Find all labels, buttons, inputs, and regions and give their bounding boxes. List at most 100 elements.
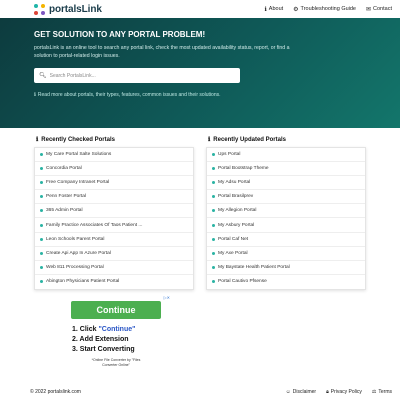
bullet-icon [212, 280, 215, 284]
portal-link: Concordia Portal [46, 166, 82, 172]
list-item[interactable]: Ups Portal [207, 148, 365, 163]
bullet-icon [40, 237, 43, 241]
list-item[interactable]: Portal Caf Net [207, 233, 365, 247]
hero-description: portalsLink is an online tool to search … [34, 45, 290, 59]
list-item[interactable]: Leon Schools Parent Portal [35, 233, 193, 247]
bullet-icon [212, 251, 215, 255]
list-item[interactable]: Concordia Portal [35, 162, 193, 177]
ad-step-1-highlight: "Continue" [98, 326, 136, 333]
list-item[interactable]: My Allegion Portal [207, 204, 365, 219]
list-item[interactable]: My Adsu Portal [207, 176, 365, 191]
list-item[interactable]: My Axe Portal [207, 247, 365, 261]
portal-link: Family Practice Associates Of Taos Patie… [46, 222, 143, 228]
portal-link: Portal Brasilprev [218, 194, 254, 200]
info-icon: ℹ [36, 137, 39, 143]
bullet-icon [40, 167, 43, 171]
list-item[interactable]: Abington Physicians Patient Portal [35, 275, 193, 289]
search-input[interactable] [49, 72, 230, 79]
bullet-icon [40, 280, 43, 284]
nav-about[interactable]: ℹ About [265, 6, 284, 13]
top-navbar: portalsLink ℹ About ⚙ Troubleshooting Gu… [0, 0, 400, 18]
portal-link: My Axe Portal [218, 250, 248, 256]
list-item[interactable]: Family Practice Associates Of Taos Patie… [35, 218, 193, 233]
bullet-icon [212, 167, 215, 171]
list-item[interactable]: Free Company Intranet Portal [35, 176, 193, 191]
ad-step-1: 1. Click "Continue" [72, 325, 135, 335]
list-item[interactable]: Portal Bootstrap Theme [207, 162, 365, 177]
nav-contact[interactable]: ✉ Contact [366, 6, 392, 13]
footer-privacy-link[interactable]: 🔒︎ Privacy Policy [326, 389, 362, 395]
recently-updated-list: Ups Portal Portal Bootstrap Theme My Ads… [206, 147, 366, 290]
portal-link: My Baystate Health Patient Portal [218, 264, 290, 270]
recently-updated-heading: ℹ Recently Updated Portals [206, 135, 366, 144]
info-icon: ℹ [208, 137, 211, 143]
recently-checked-heading: ℹ Recently Checked Portals [34, 135, 194, 144]
nav-troubleshooting[interactable]: ⚙ Troubleshooting Guide [293, 6, 356, 13]
wrench-icon: ⚙ [293, 6, 299, 13]
info-icon: ℹ [264, 6, 267, 13]
main-nav: ℹ About ⚙ Troubleshooting Guide ✉ Contac… [265, 6, 393, 13]
bullet-icon [40, 223, 43, 227]
portal-link: My Allegion Portal [218, 208, 257, 214]
list-item[interactable]: Portal Brasilprev [207, 190, 365, 205]
footer-links: ☺ Disclaimer 🔒︎ Privacy Policy ⚖ Terms [286, 389, 392, 395]
lock-icon: 🔒︎ [326, 388, 329, 395]
bullet-icon [212, 209, 215, 213]
nav-about-label: About [268, 6, 284, 12]
bullet-icon [40, 195, 43, 199]
list-item[interactable]: 365 Admin Portal [35, 204, 193, 219]
bullet-icon [40, 251, 43, 255]
bullet-icon [40, 153, 43, 157]
ad-continue-button[interactable]: Continue [71, 301, 161, 319]
list-item[interactable]: My Asbury Portal [207, 218, 365, 233]
footer-disclaimer-label: Disclaimer [292, 388, 317, 395]
bullet-icon [212, 195, 215, 199]
site-logo[interactable]: portalsLink [34, 3, 102, 15]
list-item[interactable]: My Baystate Health Patient Portal [207, 261, 365, 275]
bullet-icon [40, 265, 43, 269]
ad-step-1-prefix: 1. Click [72, 326, 99, 333]
portal-link: My Care Portal Salte Solutions [46, 152, 112, 158]
bullet-icon [40, 181, 43, 185]
search-bar[interactable]: 🔍︎ [34, 68, 240, 83]
portal-link: Ups Portal [218, 152, 241, 158]
portal-link: Abington Physicians Patient Portal [46, 279, 120, 285]
portal-link: Web 811 Processing Portal [46, 264, 104, 270]
bullet-icon [212, 223, 215, 227]
ad-step-3: 3. Start Converting [72, 346, 135, 353]
list-item[interactable]: Create Api App In Azure Portal [35, 247, 193, 261]
search-icon: 🔍︎ [39, 73, 47, 79]
hero-section: GET SOLUTION TO ANY PORTAL PROBLEM! port… [0, 18, 400, 128]
list-item[interactable]: Penn Foster Portal [35, 190, 193, 205]
portal-link: My Asbury Portal [218, 222, 255, 228]
hero-title: GET SOLUTION TO ANY PORTAL PROBLEM! [34, 30, 206, 39]
bullet-icon [212, 265, 215, 269]
list-item[interactable]: Web 811 Processing Portal [35, 261, 193, 275]
logo-icon [34, 3, 45, 15]
footer-terms-link[interactable]: ⚖ Terms [372, 389, 392, 395]
bullet-icon [212, 153, 215, 157]
recently-updated-title: Recently Updated Portals [213, 136, 286, 143]
logo-text: portalsLink [49, 3, 102, 15]
footer-disclaimer-link[interactable]: ☺ Disclaimer [286, 389, 316, 395]
portal-link: Create Api App In Azure Portal [46, 250, 111, 256]
read-more-link[interactable]: ℹ Read more about portals, their types, … [34, 92, 400, 98]
portal-link: Portal Cautivo Pfsense [218, 279, 267, 285]
ad-choices-icon[interactable]: ▷✕ [164, 295, 170, 300]
portal-link: My Adsu Portal [218, 180, 251, 186]
list-item[interactable]: My Care Portal Salte Solutions [35, 148, 193, 163]
portal-link: Portal Caf Net [218, 236, 249, 242]
nav-troubleshooting-label: Troubleshooting Guide [300, 6, 356, 12]
ad-step-2: 2. Add Extension [72, 336, 129, 343]
footer-terms-label: Terms [378, 388, 392, 395]
bullet-icon [212, 181, 215, 185]
list-item[interactable]: Portal Cautivo Pfsense [207, 275, 365, 289]
portal-link: Portal Bootstrap Theme [218, 166, 269, 172]
ad-footnote: *Online File Converter by "Files Convert… [91, 358, 141, 367]
portal-link: Leon Schools Parent Portal [46, 236, 105, 242]
recently-checked-panel: ℹ Recently Checked Portals My Care Porta… [34, 135, 194, 290]
scale-icon: ⚖ [371, 388, 377, 395]
advertisement[interactable]: ▷✕ Continue 1. Click "Continue" 2. Add E… [62, 295, 170, 375]
site-footer: © 2022 portalslink.com ☺ Disclaimer 🔒︎ P… [0, 383, 400, 400]
info-circle-icon: ℹ [34, 92, 36, 98]
